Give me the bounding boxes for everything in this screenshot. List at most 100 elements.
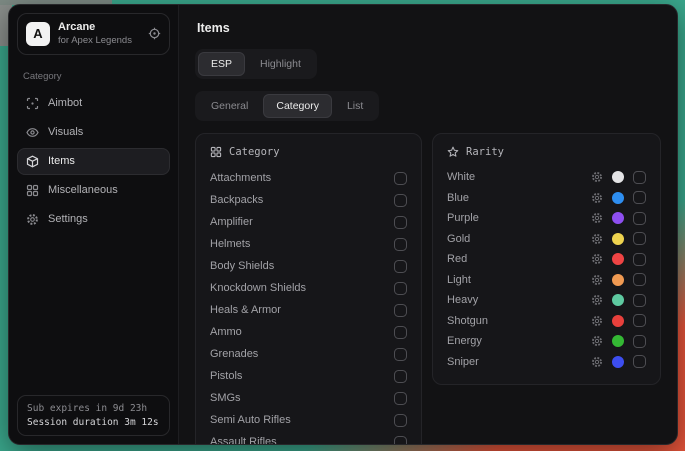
rarity-row-label: Shotgun (447, 315, 591, 327)
sidebar-item-label: Visuals (48, 126, 83, 138)
rarity-checkbox[interactable] (633, 171, 646, 184)
rarity-checkbox[interactable] (633, 212, 646, 225)
gear-icon (26, 213, 39, 226)
category-checkbox[interactable] (394, 304, 407, 317)
rarity-checkbox[interactable] (633, 191, 646, 204)
category-row-label: Semi Auto Rifles (210, 414, 394, 426)
rarity-row-label: Blue (447, 192, 591, 204)
category-checkbox[interactable] (394, 414, 407, 427)
category-row: Pistols (210, 365, 407, 387)
category-row: Knockdown Shields (210, 277, 407, 299)
category-checkbox[interactable] (394, 282, 407, 295)
category-row-label: Backpacks (210, 194, 394, 206)
category-row: Heals & Armor (210, 299, 407, 321)
category-checkbox[interactable] (394, 370, 407, 383)
sidebar-item-miscellaneous[interactable]: Miscellaneous (17, 177, 170, 204)
category-row-label: Pistols (210, 370, 394, 382)
rarity-panel-header: Rarity (447, 146, 646, 158)
rarity-row: Gold (447, 229, 646, 250)
rarity-checkbox[interactable] (633, 253, 646, 266)
category-row-label: Helmets (210, 238, 394, 250)
category-checkbox[interactable] (394, 194, 407, 207)
esp-toggle-button[interactable]: ESP (198, 52, 245, 76)
category-row: Amplifier (210, 211, 407, 233)
category-panel-title: Category (229, 146, 280, 158)
category-checkbox[interactable] (394, 392, 407, 405)
sidebar-item-label: Items (48, 155, 75, 167)
category-checkbox[interactable] (394, 216, 407, 229)
category-row-label: Assault Rifles (210, 436, 394, 444)
rarity-checkbox[interactable] (633, 335, 646, 348)
target-icon[interactable] (148, 27, 161, 40)
category-row: Semi Auto Rifles (210, 409, 407, 431)
sidebar-item-visuals[interactable]: Visuals (17, 119, 170, 146)
tab-general[interactable]: General (198, 94, 261, 118)
rarity-row: White (447, 167, 646, 188)
category-panel: Category Attachments Backpacks (195, 133, 422, 444)
category-row: Assault Rifles (210, 431, 407, 444)
rarity-checkbox[interactable] (633, 294, 646, 307)
rarity-checkbox[interactable] (633, 314, 646, 327)
color-swatch[interactable] (612, 212, 624, 224)
rarity-row-label: Energy (447, 335, 591, 347)
sidebar-item-settings[interactable]: Settings (17, 206, 170, 233)
category-row: SMGs (210, 387, 407, 409)
sidebar-section-label: Category (23, 71, 164, 82)
sidebar-header: A Arcane for Apex Legends (17, 13, 170, 55)
gear-icon[interactable] (591, 253, 603, 265)
category-rows: Attachments Backpacks Amplifier (210, 167, 407, 444)
subscription-info-box: Sub expires in 9d 23h Session duration 3… (17, 395, 170, 436)
category-checkbox[interactable] (394, 238, 407, 251)
gear-icon[interactable] (591, 335, 603, 347)
gear-icon[interactable] (591, 356, 603, 368)
category-checkbox[interactable] (394, 348, 407, 361)
category-row: Helmets (210, 233, 407, 255)
rarity-row: Purple (447, 208, 646, 229)
gear-icon[interactable] (591, 315, 603, 327)
star-icon (447, 146, 459, 158)
color-swatch[interactable] (612, 233, 624, 245)
cube-icon (26, 155, 39, 168)
gear-icon[interactable] (591, 233, 603, 245)
category-checkbox[interactable] (394, 260, 407, 273)
rarity-checkbox[interactable] (633, 232, 646, 245)
tab-category[interactable]: Category (263, 94, 332, 118)
app-logo: A (26, 22, 50, 46)
gear-icon[interactable] (591, 192, 603, 204)
rarity-row: Energy (447, 331, 646, 352)
rarity-row: Red (447, 249, 646, 270)
color-swatch[interactable] (612, 356, 624, 368)
rarity-row-label: Light (447, 274, 591, 286)
color-swatch[interactable] (612, 192, 624, 204)
session-duration-text: Session duration 3m 12s (27, 417, 160, 428)
color-swatch[interactable] (612, 253, 624, 265)
rarity-checkbox[interactable] (633, 273, 646, 286)
sidebar-item-aimbot[interactable]: Aimbot (17, 90, 170, 117)
gear-icon[interactable] (591, 212, 603, 224)
category-row-label: Amplifier (210, 216, 394, 228)
app-window: A Arcane for Apex Legends Category (8, 4, 678, 445)
gear-icon[interactable] (591, 274, 603, 286)
color-swatch[interactable] (612, 274, 624, 286)
tab-list[interactable]: List (334, 94, 376, 118)
rarity-row-label: Heavy (447, 294, 591, 306)
gear-icon[interactable] (591, 171, 603, 183)
rarity-row: Shotgun (447, 311, 646, 332)
category-checkbox[interactable] (394, 326, 407, 339)
category-row-label: Body Shields (210, 260, 394, 272)
category-checkbox[interactable] (394, 436, 407, 445)
highlight-toggle-button[interactable]: Highlight (247, 52, 314, 76)
color-swatch[interactable] (612, 335, 624, 347)
color-swatch[interactable] (612, 171, 624, 183)
rarity-row-label: Gold (447, 233, 591, 245)
color-swatch[interactable] (612, 294, 624, 306)
sub-expires-text: Sub expires in 9d 23h (27, 403, 160, 414)
category-checkbox[interactable] (394, 172, 407, 185)
grid-icon (26, 184, 39, 197)
color-swatch[interactable] (612, 315, 624, 327)
sidebar-item-items[interactable]: Items (17, 148, 170, 175)
category-row-label: Attachments (210, 172, 394, 184)
gear-icon[interactable] (591, 294, 603, 306)
crosshair-icon (26, 97, 39, 110)
rarity-checkbox[interactable] (633, 355, 646, 368)
